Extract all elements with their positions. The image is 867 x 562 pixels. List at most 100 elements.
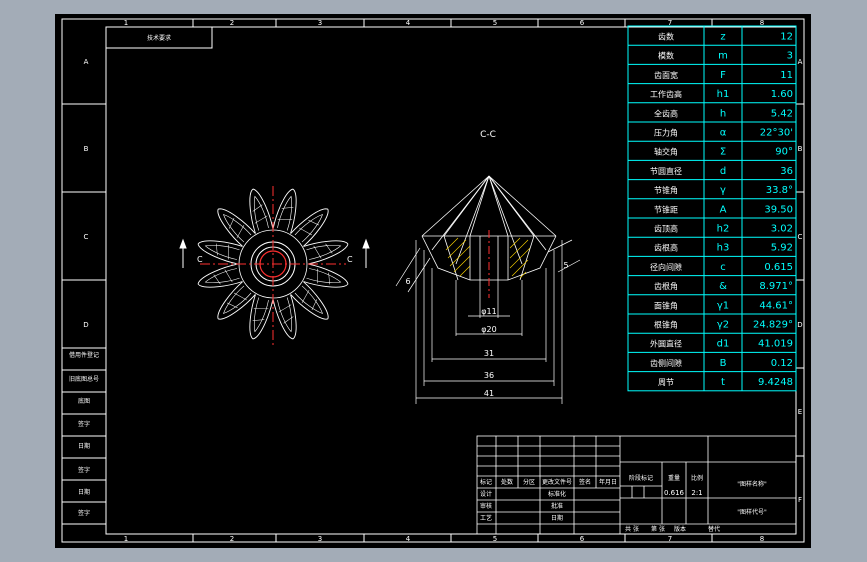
dim-41: 41	[484, 389, 494, 398]
row-label: B	[84, 145, 89, 153]
param-name: 齿侧间隙	[650, 358, 682, 368]
section-marker-right: C	[347, 255, 353, 264]
parameter-row: 压力角 α 22°30'	[654, 128, 793, 139]
param-name: 面锥角	[654, 300, 678, 310]
row-label: E	[798, 408, 802, 416]
row-label: D	[83, 321, 88, 329]
drawing-sheet	[55, 14, 811, 548]
row-label: B	[798, 145, 803, 153]
param-symbol: c	[720, 262, 726, 273]
parameter-row: 工作齿高 h1 1.60	[650, 89, 793, 100]
col-label: 8	[760, 535, 764, 543]
strip-label: 日期	[78, 488, 90, 496]
param-name: 齿顶高	[654, 224, 678, 234]
param-name: 节锥距	[654, 204, 678, 214]
param-name: 根锥角	[654, 320, 678, 330]
version-label: 版本	[674, 525, 686, 533]
param-value: 39.50	[764, 204, 793, 215]
strip-label: 底图	[78, 397, 90, 405]
col-label: 3	[318, 19, 322, 27]
param-value: 41.019	[758, 339, 793, 350]
param-value: 44.61°	[759, 300, 793, 311]
dim-31: 31	[484, 349, 494, 358]
dim-6: 6	[405, 277, 410, 286]
col-label: 5	[493, 19, 497, 27]
section-marker-left: C	[197, 255, 203, 264]
param-name: 径向间隙	[650, 262, 682, 272]
param-value: 5.92	[771, 243, 793, 254]
row-label: D	[797, 321, 802, 329]
parameter-row: 根锥角 γ2 24.829°	[654, 320, 793, 331]
param-name: 节圆直径	[650, 166, 682, 176]
param-symbol: F	[720, 70, 726, 81]
param-name: 模数	[658, 51, 674, 61]
mid-label: 批准	[551, 502, 563, 510]
param-name: 节锥角	[654, 185, 678, 195]
param-symbol: d	[720, 166, 726, 177]
param-symbol: t	[721, 377, 725, 388]
param-value: 8.971°	[759, 281, 793, 292]
parameter-row: 面锥角 γ1 44.61°	[654, 300, 793, 311]
param-name: 周节	[658, 378, 674, 387]
col-label: 4	[406, 19, 411, 27]
dim-5: 5	[563, 261, 568, 270]
parameter-row: 径向间隙 c 0.615	[650, 262, 793, 273]
param-symbol: B	[720, 358, 727, 369]
param-name: 齿数	[658, 32, 674, 42]
param-value: 36	[780, 166, 793, 177]
param-symbol: d1	[717, 339, 730, 350]
param-symbol: h	[720, 108, 726, 119]
parameter-row: 节锥角 γ 33.8°	[654, 185, 793, 196]
param-symbol: γ2	[717, 320, 729, 331]
param-symbol: α	[720, 128, 727, 139]
row-label: C	[798, 233, 803, 241]
param-name: 齿根高	[654, 243, 678, 253]
parameter-row: 齿顶高 h2 3.02	[654, 224, 793, 235]
mid-label: 标准化	[548, 490, 566, 498]
top-left-note: 技术要求	[147, 34, 171, 42]
param-value: 3.02	[771, 224, 793, 235]
param-value: 12	[780, 32, 793, 43]
param-name: 全齿高	[654, 108, 678, 118]
dim-d20: φ20	[481, 325, 496, 334]
rev-header: 标记	[480, 478, 492, 486]
parameter-row: 全齿高 h 5.42	[654, 108, 793, 119]
param-value: 3	[787, 51, 793, 62]
strip-label: 日期	[78, 442, 90, 450]
param-name: 压力角	[654, 128, 678, 138]
col-label: 2	[230, 535, 234, 543]
parameter-row: 节锥距 A 39.50	[654, 204, 793, 215]
col-label: 6	[580, 535, 585, 543]
parameter-row: 齿根角 & 8.971°	[654, 281, 793, 292]
parameter-row: 外圆直径 d1 41.019	[650, 339, 793, 350]
param-value: 11	[780, 70, 793, 81]
rev-header: 年月日	[599, 478, 617, 486]
col-label: 1	[124, 19, 128, 27]
strip-label: 旧底图总号	[69, 375, 99, 383]
param-symbol: m	[718, 51, 728, 62]
col-label: 2	[230, 19, 234, 27]
mid-label: 日期	[551, 514, 563, 522]
col-label: 5	[493, 535, 497, 543]
role-label: 工艺	[480, 514, 492, 522]
param-value: 5.42	[771, 108, 793, 119]
col-label: 7	[668, 535, 672, 543]
param-value: 24.829°	[753, 320, 793, 331]
param-symbol: γ1	[717, 300, 729, 311]
rev-header: 更改文件号	[542, 478, 572, 486]
param-symbol: A	[720, 204, 727, 215]
row-label: A	[798, 58, 803, 66]
scale-label: 比例	[691, 474, 703, 482]
param-symbol: Σ	[720, 147, 726, 158]
param-name: 齿面宽	[654, 70, 678, 80]
param-symbol: h3	[717, 243, 730, 254]
dim-36: 36	[484, 371, 494, 380]
col-label: 4	[406, 535, 411, 543]
rev-header: 签名	[579, 478, 591, 486]
param-symbol: &	[719, 281, 727, 292]
part-name: "图样名称"	[737, 480, 767, 488]
sheet-no-label: 第 张	[651, 525, 665, 533]
weight-label: 重量	[668, 474, 680, 482]
sheets-label: 共 张	[625, 525, 639, 533]
col-label: 1	[124, 535, 128, 543]
